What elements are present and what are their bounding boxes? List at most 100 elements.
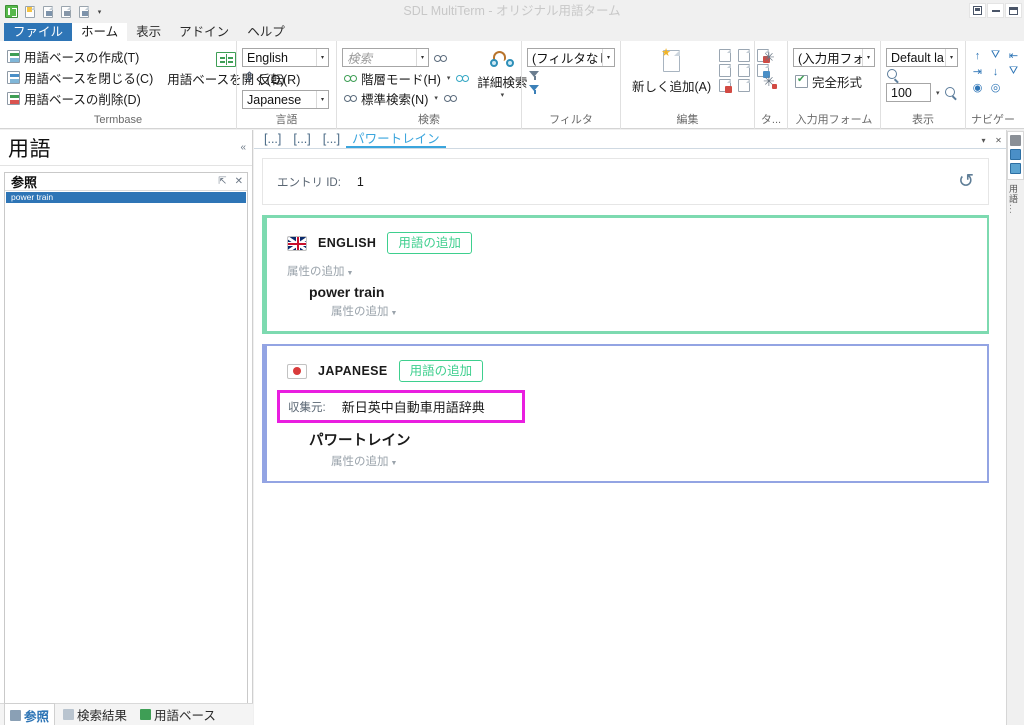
close-termbase-icon bbox=[7, 71, 20, 84]
add-term-button-japanese[interactable]: 用語の追加 bbox=[398, 360, 484, 382]
chevron-down-icon[interactable]: ▾ bbox=[316, 91, 328, 108]
term-text-japanese[interactable]: パワートレイン bbox=[309, 429, 973, 450]
nav-first-icon[interactable]: ↑ bbox=[971, 49, 984, 62]
open-document-icon[interactable] bbox=[40, 4, 55, 19]
close-termbase-button[interactable]: 用語ベースを閉じる(C) bbox=[5, 67, 155, 88]
search-input[interactable]: 検索 ▾ bbox=[342, 48, 429, 67]
ribbon-options-icon[interactable] bbox=[969, 3, 986, 18]
document-tab-3[interactable]: [...] bbox=[317, 131, 346, 148]
filter-icon[interactable] bbox=[529, 70, 540, 81]
add-term-button-english[interactable]: 用語の追加 bbox=[387, 232, 472, 254]
window-controls bbox=[969, 3, 1022, 18]
layout-select[interactable]: Default la ▾ bbox=[886, 48, 958, 67]
duplicate-entry-icon[interactable] bbox=[719, 79, 733, 93]
document-tab-powertrain[interactable]: パワートレイン bbox=[346, 131, 446, 148]
term-text-english[interactable]: power train bbox=[309, 284, 973, 300]
tab-home[interactable]: ホーム bbox=[72, 23, 128, 41]
add-term-attribute-link-english[interactable]: 属性の追加 ▼ bbox=[331, 303, 397, 319]
add-term-attribute-link-japanese[interactable]: 属性の追加 ▼ bbox=[331, 453, 397, 469]
settings-gear-icon[interactable] bbox=[763, 49, 776, 66]
source-language-select[interactable]: English ▾ bbox=[242, 48, 329, 67]
entry-id-card: エントリ ID: 1 ↺ bbox=[262, 158, 989, 205]
close-tab-icon[interactable]: ✕ bbox=[993, 135, 1004, 146]
layout-value: Default la bbox=[891, 50, 944, 65]
nav-back-icon[interactable]: ⇥ bbox=[971, 65, 984, 78]
termbase-filters-icon[interactable] bbox=[1010, 163, 1021, 174]
tab-addins[interactable]: アドイン bbox=[170, 23, 238, 41]
search-glasses-icon[interactable] bbox=[434, 53, 447, 63]
zoom-reset-icon[interactable] bbox=[887, 69, 899, 81]
ribbon: 用語ベースの作成(T) 用語ベースを閉じる(C) 用語ベースの削除(D) 用語ベ… bbox=[0, 41, 1024, 129]
new-document-icon[interactable] bbox=[22, 4, 37, 19]
document-tab-2[interactable]: [...] bbox=[287, 131, 316, 148]
ribbon-group-navigation: ↑ ⛛ ⇤ ⇥ ↓ ⛛ ◉ ◎ ナビゲー bbox=[965, 41, 1020, 129]
close-icon[interactable]: ✕ bbox=[235, 176, 243, 187]
chevron-down-icon[interactable]: ▾ bbox=[416, 49, 428, 66]
chevron-down-icon[interactable]: ▾ bbox=[862, 49, 874, 66]
nav-prev-icon[interactable]: ⇤ bbox=[1007, 49, 1020, 62]
zoom-in-icon[interactable] bbox=[944, 86, 957, 99]
open-termbase-icon bbox=[215, 52, 236, 67]
remove-setting-icon[interactable] bbox=[763, 73, 777, 90]
source-language-value: English bbox=[247, 50, 288, 65]
list-item[interactable]: power train bbox=[6, 192, 246, 203]
save-icon[interactable] bbox=[58, 4, 73, 19]
source-field-highlight[interactable]: 収集元: 新日英中自動車用語辞典 bbox=[277, 390, 525, 423]
nav-next-entry-icon[interactable]: ◎ bbox=[989, 81, 1002, 94]
tab-help[interactable]: ヘルプ bbox=[238, 23, 294, 41]
paste-entry-icon[interactable] bbox=[738, 79, 751, 92]
swap-languages-label: 反転(R) bbox=[258, 73, 301, 87]
chevron-down-icon[interactable]: ▾ bbox=[602, 49, 614, 66]
save-as-icon[interactable] bbox=[76, 4, 91, 19]
nav-last-icon[interactable]: ↓ bbox=[989, 65, 1002, 78]
standard-search-button[interactable]: 標準検索(N) ▾ bbox=[342, 89, 471, 107]
tab-list-dropdown-icon[interactable]: ▾ bbox=[978, 135, 989, 146]
document-tab-1[interactable]: [...] bbox=[258, 131, 287, 148]
nav-prev-filter-icon[interactable]: ⛛ bbox=[989, 49, 1002, 62]
create-termbase-button[interactable]: 用語ベースの作成(T) bbox=[5, 46, 155, 67]
input-form-select[interactable]: (入力用フォ ▾ bbox=[793, 48, 875, 67]
delete-termbase-button[interactable]: 用語ベースの削除(D) bbox=[5, 88, 155, 109]
pin-icon[interactable]: ⇱ bbox=[218, 176, 226, 187]
hierarchy-mode-more-icon[interactable]: ▾ bbox=[445, 74, 453, 82]
minimize-icon[interactable] bbox=[987, 3, 1004, 18]
add-attribute-link-english[interactable]: 属性の追加 ▼ bbox=[287, 263, 353, 279]
right-dock-label: 用語... bbox=[1008, 184, 1018, 215]
edit-entry-icon[interactable] bbox=[719, 49, 732, 62]
copy-entry-icon[interactable] bbox=[738, 49, 751, 62]
restore-icon[interactable] bbox=[1005, 3, 1022, 18]
add-new-entry-button[interactable]: ★ 新しく追加(A) bbox=[626, 46, 717, 97]
history-revert-icon[interactable]: ↺ bbox=[958, 172, 974, 191]
left-panel-header: 用語 « bbox=[0, 130, 252, 166]
chevron-down-icon[interactable]: ▾ bbox=[316, 49, 328, 66]
multiterm-logo-icon bbox=[4, 4, 19, 19]
left-tab-termbase[interactable]: 用語ベース bbox=[135, 703, 221, 725]
advanced-filter-icon[interactable] bbox=[529, 84, 540, 95]
hierarchy-mode-button[interactable]: 階層モード(H) ▾ bbox=[342, 69, 471, 87]
customize-quick-access-icon[interactable]: ▾ bbox=[94, 4, 105, 19]
target-language-select[interactable]: Japanese ▾ bbox=[242, 90, 329, 109]
termbase-definition-icon[interactable] bbox=[1010, 149, 1021, 160]
nav-prev-entry-icon[interactable]: ◉ bbox=[971, 81, 984, 94]
zoom-level-more-icon[interactable]: ▾ bbox=[934, 89, 942, 97]
save-entry-icon[interactable] bbox=[719, 64, 732, 77]
fuzzy-search-icon[interactable] bbox=[443, 93, 457, 103]
nav-next-filter-icon[interactable]: ⛛ bbox=[1007, 65, 1020, 78]
hierarchy-search-icon[interactable] bbox=[456, 73, 470, 83]
collapse-panel-icon[interactable]: « bbox=[240, 142, 246, 153]
reference-icon bbox=[10, 709, 21, 721]
chevron-down-icon[interactable]: ▾ bbox=[945, 49, 957, 66]
zoom-level-input[interactable]: 100 bbox=[886, 83, 931, 102]
left-tab-search-results[interactable]: 検索結果 bbox=[58, 703, 132, 725]
tab-file[interactable]: ファイル bbox=[4, 23, 73, 41]
right-dock-strip[interactable] bbox=[1007, 131, 1024, 180]
left-tab-reference[interactable]: 参照 bbox=[4, 702, 56, 725]
tab-view[interactable]: 表示 bbox=[127, 23, 170, 41]
swap-languages-button[interactable]: 反転(R) bbox=[242, 69, 331, 87]
standard-search-more-icon[interactable]: ▾ bbox=[432, 94, 440, 102]
entry-history-icon[interactable] bbox=[738, 64, 751, 77]
filter-select[interactable]: (フィルタなし) ▾ bbox=[527, 48, 615, 67]
termbase-catalog-icon[interactable] bbox=[1010, 135, 1021, 146]
full-form-button[interactable]: 完全形式 bbox=[793, 73, 875, 90]
advanced-search-more-icon[interactable]: ▾ bbox=[499, 91, 507, 99]
